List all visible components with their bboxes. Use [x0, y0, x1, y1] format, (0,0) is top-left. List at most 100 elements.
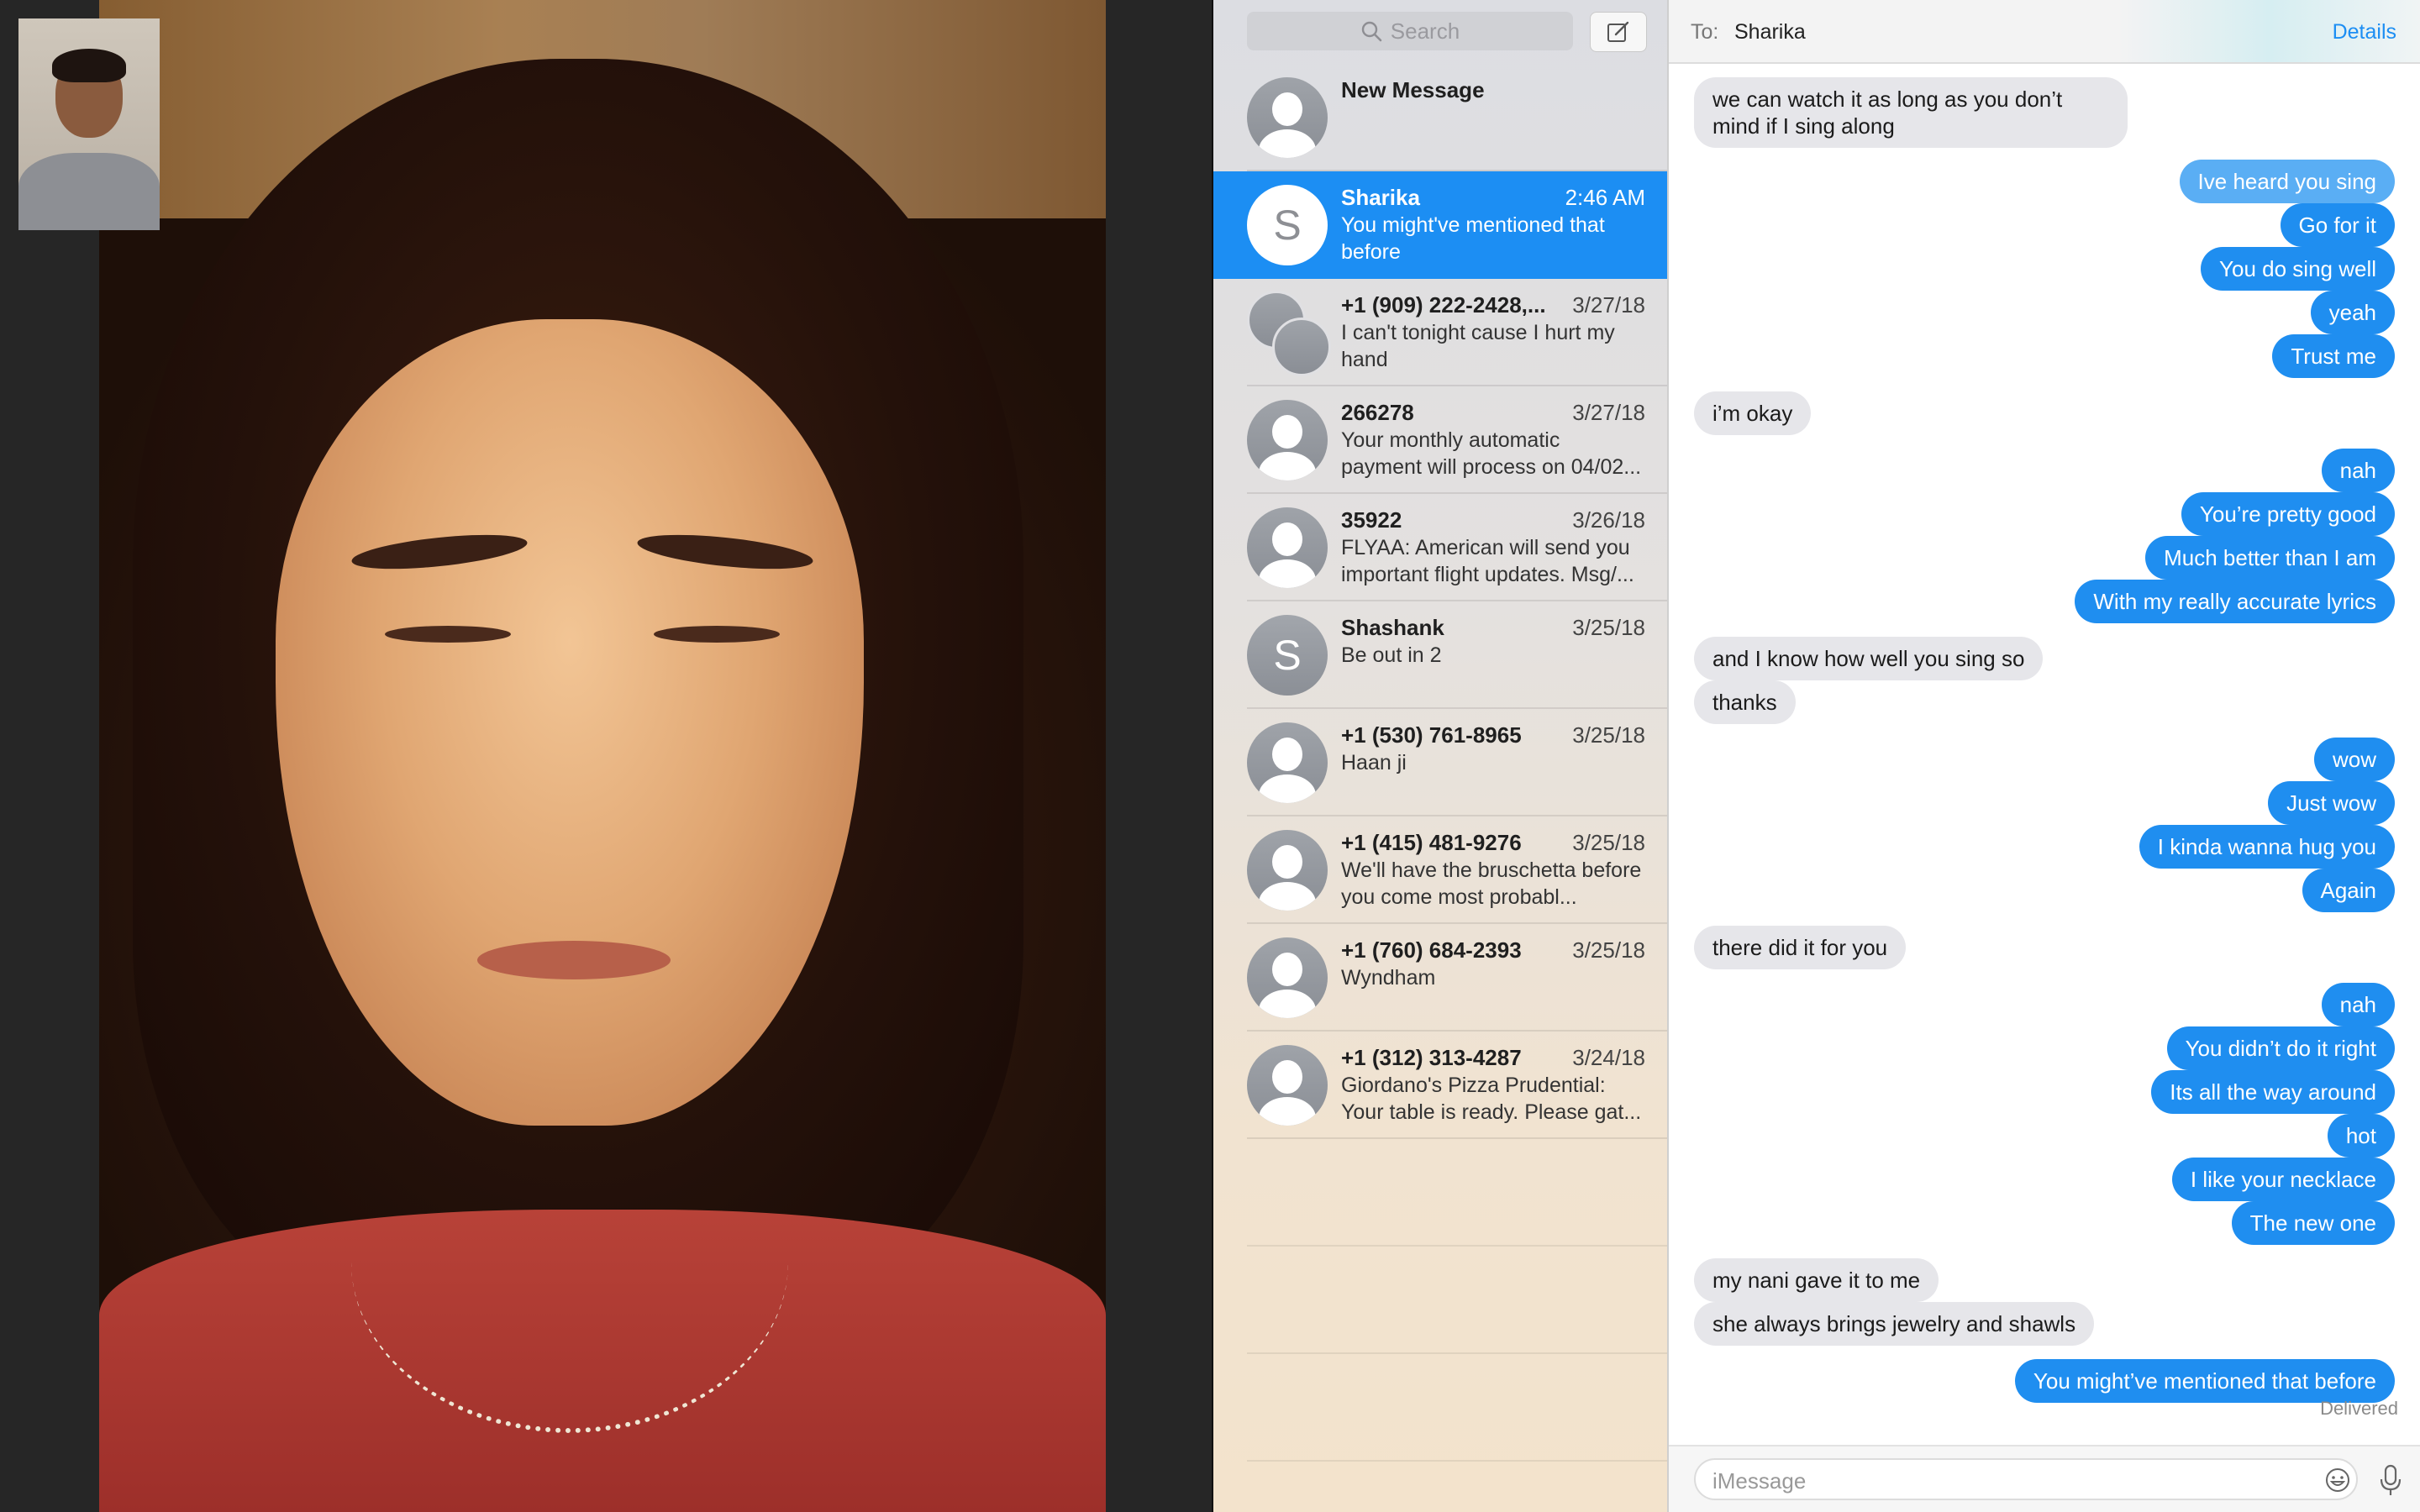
empty-list-row — [1213, 1247, 1667, 1354]
search-field[interactable]: Search — [1247, 12, 1573, 50]
emoji-icon[interactable] — [2324, 1467, 2351, 1494]
sidebar-toolbar: Search — [1213, 0, 1667, 64]
conversation-date: 2:46 AM — [1565, 185, 1645, 210]
conversation-name: 35922 — [1341, 507, 1402, 533]
conversation-name: Shashank — [1341, 615, 1444, 640]
conversation-preview: I can't tonight cause I hurt my hand — [1341, 321, 1615, 371]
conversation-preview: You might've mentioned that before — [1341, 213, 1605, 264]
conversation-name: +1 (760) 684-2393 — [1341, 937, 1522, 963]
outgoing-message-bubble[interactable]: Ive heard you sing — [2179, 160, 2395, 203]
video-eye-right — [654, 626, 780, 643]
avatar-placeholder-icon — [1247, 77, 1328, 158]
avatar-placeholder-icon — [1247, 722, 1328, 803]
conversation-item[interactable]: 35922 3/26/18 FLYAA: American will send yo… — [1213, 494, 1667, 601]
outgoing-message-bubble[interactable]: hot — [2327, 1114, 2395, 1158]
outgoing-message-bubble[interactable]: Much better than I am — [2145, 536, 2395, 580]
conversation-item[interactable]: +1 (530) 761-8965 3/25/18 Haan ji — [1213, 709, 1667, 816]
conversation-name: +1 (909) 222-2428,... — [1341, 292, 1546, 318]
conversation-list: New Message S Sharika 2:46 AM You might've m… — [1213, 64, 1667, 1462]
conversation-name: Sharika — [1341, 185, 1420, 210]
outgoing-message-bubble[interactable]: You didn’t do it right — [2166, 1026, 2395, 1070]
video-lips — [477, 941, 671, 979]
empty-list-row — [1213, 1354, 1667, 1462]
conversation-item[interactable]: New Message — [1213, 64, 1667, 171]
avatar: S — [1247, 185, 1328, 265]
incoming-message-bubble[interactable]: we can watch it as long as you don’t min… — [1694, 77, 2128, 148]
incoming-message-bubble[interactable]: i’m okay — [1694, 391, 1812, 435]
incoming-message-bubble[interactable]: thanks — [1694, 680, 1796, 724]
avatar-placeholder-icon — [1247, 1045, 1328, 1126]
message-thread[interactable]: we can watch it as long as you don’t min… — [1669, 64, 2420, 1441]
conversation-date: 3/25/18 — [1572, 722, 1645, 748]
outgoing-message-bubble[interactable]: Trust me — [2272, 334, 2395, 378]
conversation-name: New Message — [1341, 77, 1485, 102]
conversation-item[interactable]: +1 (415) 481-9276 3/25/18 We'll have the b… — [1213, 816, 1667, 924]
conversation-item[interactable]: +1 (760) 684-2393 3/25/18 Wyndham — [1213, 924, 1667, 1032]
outgoing-message-bubble[interactable]: You might’ve mentioned that before — [2014, 1359, 2395, 1403]
conversation-date: 3/25/18 — [1572, 615, 1645, 640]
conversation-date: 3/27/18 — [1572, 400, 1645, 425]
outgoing-message-bubble[interactable]: Just wow — [2268, 781, 2395, 825]
conversation-date: 3/25/18 — [1572, 937, 1645, 963]
compose-button[interactable] — [1590, 12, 1647, 52]
conversation-preview: We'll have the bruschetta before you com… — [1341, 858, 1642, 909]
outgoing-message-bubble[interactable]: You do sing well — [2201, 247, 2395, 291]
avatar: S — [1247, 615, 1328, 696]
conversation-item[interactable]: 266278 3/27/18 Your monthly automatic paym… — [1213, 386, 1667, 494]
conversation-preview: Wyndham — [1341, 966, 1436, 990]
message-composer: iMessage — [1669, 1445, 2420, 1512]
outgoing-message-bubble[interactable]: nah — [2321, 449, 2395, 492]
conversation-preview: Giordano's Pizza Prudential: Your table … — [1341, 1074, 1642, 1124]
microphone-icon[interactable] — [2376, 1463, 2405, 1497]
facetime-window — [0, 0, 1212, 1512]
incoming-message-bubble[interactable]: she always brings jewelry and shawls — [1694, 1302, 2095, 1346]
outgoing-message-bubble[interactable]: Its all the way around — [2151, 1070, 2395, 1114]
outgoing-message-bubble[interactable]: You’re pretty good — [2181, 492, 2395, 536]
avatar-placeholder-icon — [1247, 507, 1328, 588]
conversation-item[interactable]: +1 (312) 313-4287 3/24/18 Giordano's Pizza… — [1213, 1032, 1667, 1139]
outgoing-message-bubble[interactable]: Go for it — [2280, 203, 2395, 247]
incoming-message-bubble[interactable]: my nani gave it to me — [1694, 1258, 1939, 1302]
avatar-placeholder-icon — [1247, 937, 1328, 1018]
conversation-item[interactable]: S Sharika 2:46 AM You might've mentioned th… — [1213, 171, 1667, 279]
search-icon — [1361, 21, 1382, 42]
recipient-name[interactable]: Sharika — [1734, 20, 1806, 45]
outgoing-message-bubble[interactable]: With my really accurate lyrics — [2075, 580, 2395, 623]
conversation-date: 3/26/18 — [1572, 507, 1645, 533]
outgoing-message-bubble[interactable]: nah — [2321, 983, 2395, 1026]
conversation-date: 3/25/18 — [1572, 830, 1645, 855]
avatar-placeholder-icon — [1247, 830, 1328, 911]
search-placeholder: Search — [1390, 18, 1460, 44]
incoming-message-bubble[interactable]: and I know how well you sing so — [1694, 637, 2044, 680]
to-label: To: — [1691, 20, 1719, 44]
video-eye-left — [385, 626, 511, 643]
remote-video[interactable] — [99, 0, 1106, 1512]
outgoing-message-bubble[interactable]: The new one — [2231, 1201, 2395, 1245]
conversation-name: 266278 — [1341, 400, 1414, 425]
details-button[interactable]: Details — [2333, 20, 2396, 45]
conversation-item[interactable]: S Shashank 3/25/18 Be out in 2 — [1213, 601, 1667, 709]
outgoing-message-bubble[interactable]: Again — [2302, 869, 2395, 912]
chat-header: To: Sharika Details — [1669, 0, 2420, 64]
conversation-name: +1 (530) 761-8965 — [1341, 722, 1522, 748]
conversation-name: +1 (312) 313-4287 — [1341, 1045, 1522, 1070]
self-view-hair — [52, 49, 126, 82]
self-view-video[interactable] — [18, 18, 160, 230]
incoming-message-bubble[interactable]: there did it for you — [1694, 926, 1907, 969]
conversation-preview: Your monthly automatic payment will proc… — [1341, 428, 1642, 479]
empty-list-row — [1213, 1139, 1667, 1247]
outgoing-message-bubble[interactable]: wow — [2313, 738, 2395, 781]
conversation-preview: FLYAA: American will send you important … — [1341, 536, 1634, 586]
compose-icon — [1607, 21, 1629, 42]
delivered-status: Delivered — [2320, 1398, 2398, 1419]
outgoing-message-bubble[interactable]: I like your necklace — [2171, 1158, 2395, 1201]
conversation-preview: Haan ji — [1341, 751, 1407, 774]
video-necklace — [351, 1092, 788, 1433]
chat-pane: To: Sharika Details we can watch it as l… — [1669, 0, 2420, 1512]
conversation-item[interactable]: +1 (909) 222-2428,... 3/27/18 I can't toni… — [1213, 279, 1667, 386]
conversation-date: 3/27/18 — [1572, 292, 1645, 318]
outgoing-message-bubble[interactable]: yeah — [2310, 291, 2395, 334]
conversation-name: +1 (415) 481-9276 — [1341, 830, 1522, 855]
imessage-input[interactable]: iMessage — [1694, 1458, 2358, 1500]
outgoing-message-bubble[interactable]: I kinda wanna hug you — [2139, 825, 2395, 869]
